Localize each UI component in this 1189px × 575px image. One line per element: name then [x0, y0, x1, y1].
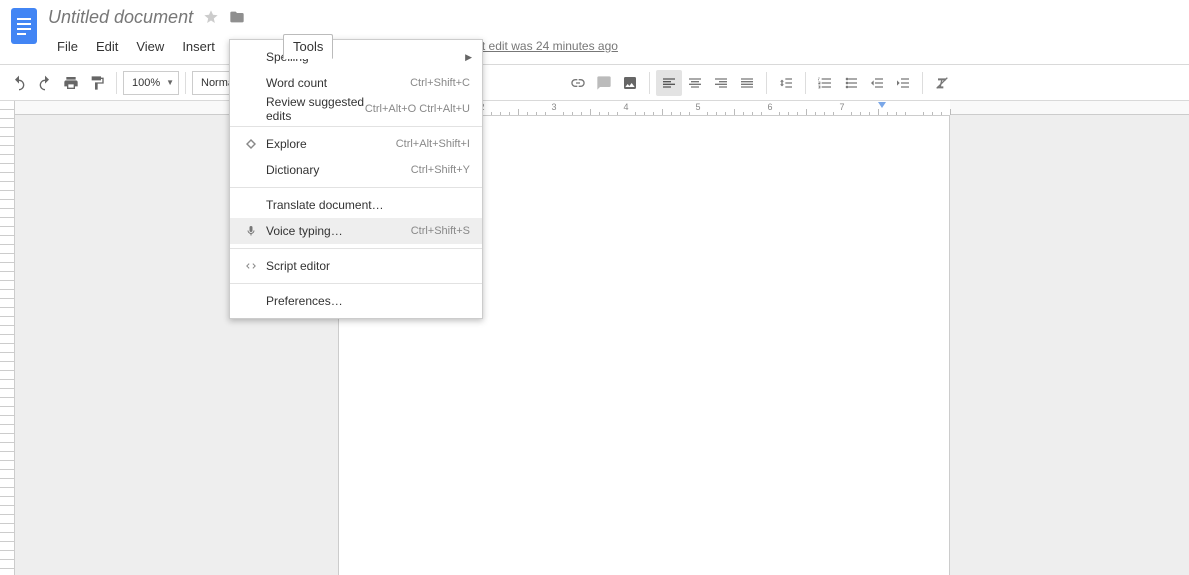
- vertical-ruler: [0, 101, 15, 575]
- menu-insert[interactable]: Insert: [173, 35, 224, 58]
- menubar: File Edit View Insert Format Tools Add-o…: [48, 32, 1181, 60]
- undo-button[interactable]: [6, 70, 32, 96]
- print-button[interactable]: [58, 70, 84, 96]
- menu-explore[interactable]: Explore Ctrl+Alt+Shift+I: [230, 131, 482, 157]
- folder-icon[interactable]: [229, 9, 245, 25]
- horizontal-ruler: 1234567: [0, 101, 1189, 115]
- chevron-right-icon: ▶: [465, 52, 472, 63]
- explore-icon: [242, 138, 260, 150]
- numbered-list-button[interactable]: [812, 70, 838, 96]
- tools-dropdown: Spelling ▶ Word count Ctrl+Shift+C Revie…: [229, 39, 483, 319]
- redo-button[interactable]: [32, 70, 58, 96]
- insert-comment-button[interactable]: [591, 70, 617, 96]
- header: Untitled document File Edit View Insert …: [0, 0, 1189, 65]
- zoom-select[interactable]: 100%▼: [123, 71, 179, 95]
- microphone-icon: [242, 225, 260, 237]
- align-justify-button[interactable]: [734, 70, 760, 96]
- menu-voice-typing[interactable]: Voice typing… Ctrl+Shift+S: [230, 218, 482, 244]
- star-icon[interactable]: [203, 9, 219, 25]
- insert-link-button[interactable]: [565, 70, 591, 96]
- align-right-button[interactable]: [708, 70, 734, 96]
- menu-translate-document[interactable]: Translate document…: [230, 192, 482, 218]
- code-icon: [242, 260, 260, 272]
- menu-dictionary[interactable]: Dictionary Ctrl+Shift+Y: [230, 157, 482, 183]
- menu-spelling[interactable]: Spelling ▶: [230, 44, 482, 70]
- toolbar: 100%▼ Normal text▼: [0, 65, 1189, 101]
- bulleted-list-button[interactable]: [838, 70, 864, 96]
- insert-image-button[interactable]: [617, 70, 643, 96]
- last-edit-link[interactable]: Last edit was 24 minutes ago: [463, 39, 618, 53]
- menu-preferences[interactable]: Preferences…: [230, 288, 482, 314]
- align-center-button[interactable]: [682, 70, 708, 96]
- document-title[interactable]: Untitled document: [48, 7, 193, 28]
- decrease-indent-button[interactable]: [864, 70, 890, 96]
- docs-logo[interactable]: [8, 6, 40, 46]
- menu-edit[interactable]: Edit: [87, 35, 127, 58]
- align-left-button[interactable]: [656, 70, 682, 96]
- menu-file[interactable]: File: [48, 35, 87, 58]
- menu-word-count[interactable]: Word count Ctrl+Shift+C: [230, 70, 482, 96]
- line-spacing-button[interactable]: [773, 70, 799, 96]
- clear-formatting-button[interactable]: [929, 70, 955, 96]
- right-margin-marker[interactable]: [878, 102, 886, 108]
- paint-format-button[interactable]: [84, 70, 110, 96]
- menu-script-editor[interactable]: Script editor: [230, 253, 482, 279]
- menu-tools[interactable]: Tools: [283, 34, 333, 59]
- increase-indent-button[interactable]: [890, 70, 916, 96]
- workspace: 1234567: [0, 101, 1189, 575]
- menu-review-suggested-edits[interactable]: Review suggested edits Ctrl+Alt+O Ctrl+A…: [230, 96, 482, 122]
- menu-view[interactable]: View: [127, 35, 173, 58]
